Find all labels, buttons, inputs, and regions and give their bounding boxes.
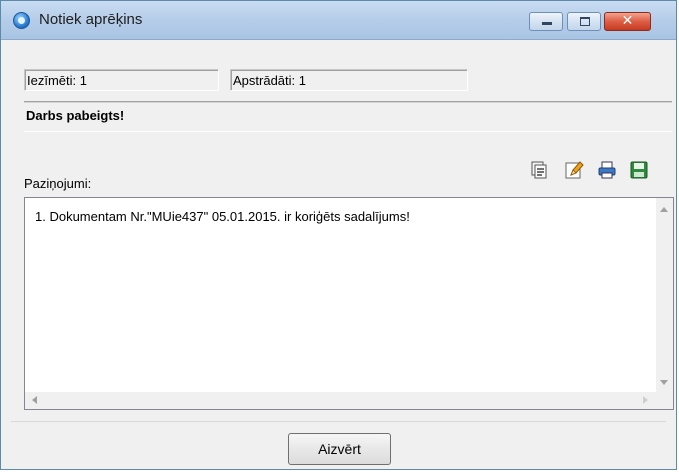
scroll-corner [656, 392, 673, 409]
window-title: Notiek aprēķins [39, 11, 143, 28]
app-icon [13, 12, 30, 29]
notifications-textarea[interactable]: 1. Dokumentam Nr."MUie437" 05.01.2015. i… [24, 197, 674, 410]
horizontal-scrollbar[interactable] [25, 392, 656, 409]
status-message: Darbs pabeigts! [24, 101, 672, 132]
marked-count: Iezīmēti: 1 [24, 69, 219, 91]
close-icon: ✕ [621, 13, 634, 29]
notification-line: 1. Dokumentam Nr."MUie437" 05.01.2015. i… [35, 209, 410, 224]
list-icon[interactable] [529, 160, 549, 180]
scroll-right-icon[interactable] [643, 396, 648, 404]
title-bar[interactable]: Notiek aprēķins ✕ [1, 1, 676, 40]
save-icon[interactable] [629, 160, 649, 180]
close-window-button[interactable]: ✕ [604, 12, 651, 31]
scroll-down-icon[interactable] [660, 380, 668, 385]
minimize-button[interactable] [529, 12, 563, 31]
scroll-left-icon[interactable] [32, 396, 37, 404]
print-icon[interactable] [597, 160, 617, 180]
maximize-button[interactable] [567, 12, 601, 31]
notifications-label: Paziņojumi: [24, 176, 92, 191]
close-button[interactable]: Aizvērt [288, 433, 391, 465]
scroll-up-icon[interactable] [660, 207, 668, 212]
processed-count: Apstrādāti: 1 [230, 69, 468, 91]
edit-icon[interactable] [564, 160, 584, 180]
progress-dialog: Notiek aprēķins ✕ Iezīmēti: 1 Apstrādāti… [0, 0, 677, 470]
footer-divider [11, 421, 666, 422]
vertical-scrollbar[interactable] [656, 198, 673, 392]
